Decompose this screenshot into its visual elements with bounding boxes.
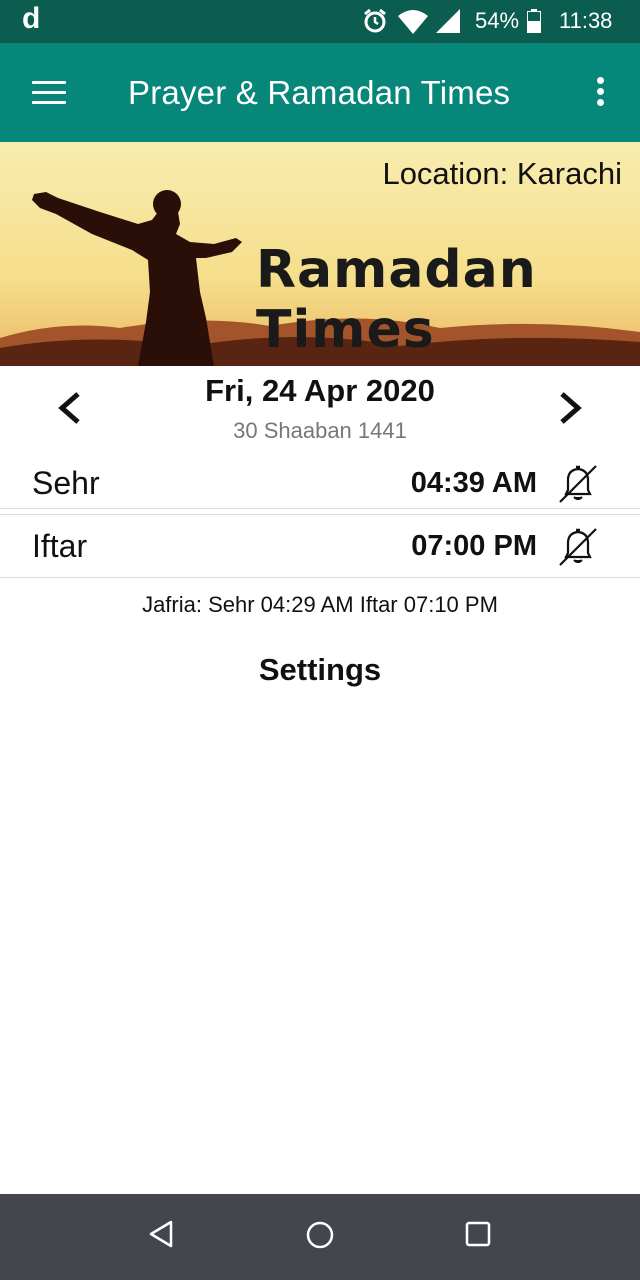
app-notification-letter: d	[22, 2, 41, 35]
battery-percentage: 54%	[475, 8, 520, 33]
location-label: Location: Karachi	[382, 156, 622, 191]
ramadan-banner: Location: Karachi Ramadan Times	[0, 142, 640, 366]
gregorian-date: Fri, 24 Apr 2020	[205, 373, 435, 408]
alarm-off-bell-icon[interactable]	[554, 525, 602, 569]
status-bar: d 54% 11:38	[0, 0, 640, 43]
system-nav-bar	[0, 1194, 640, 1280]
chevron-right-icon[interactable]	[556, 388, 586, 428]
hijri-date: 30 Shaaban 1441	[233, 418, 407, 443]
alarm-icon	[364, 8, 386, 33]
battery-icon	[527, 9, 541, 33]
settings-button[interactable]: Settings	[0, 652, 640, 688]
date-navigator: Fri, 24 Apr 2020 30 Shaaban 1441	[0, 366, 640, 452]
recents-icon[interactable]	[465, 1221, 491, 1247]
app-title: Prayer & Ramadan Times	[128, 74, 511, 111]
back-icon[interactable]	[148, 1219, 174, 1249]
more-vert-icon[interactable]	[592, 77, 608, 111]
home-icon[interactable]	[304, 1219, 336, 1251]
banner-title: Ramadan Times	[256, 240, 537, 360]
status-clock: 11:38	[559, 8, 613, 33]
sehr-time: 04:39 AM	[410, 467, 537, 499]
jafria-times: Jafria: Sehr 04:29 AM Iftar 07:10 PM	[142, 592, 498, 617]
sehr-row: Sehr 04:39 AM	[0, 452, 640, 515]
iftar-row: Iftar 07:00 PM	[0, 515, 640, 578]
sehr-label: Sehr	[32, 465, 100, 501]
hamburger-menu-icon[interactable]	[32, 81, 66, 105]
wifi-icon	[398, 10, 428, 34]
iftar-time: 07:00 PM	[411, 530, 537, 562]
app-bar: Prayer & Ramadan Times	[0, 43, 640, 142]
signal-icon	[436, 9, 460, 33]
iftar-label: Iftar	[32, 528, 88, 564]
alarm-off-bell-icon[interactable]	[554, 462, 602, 506]
